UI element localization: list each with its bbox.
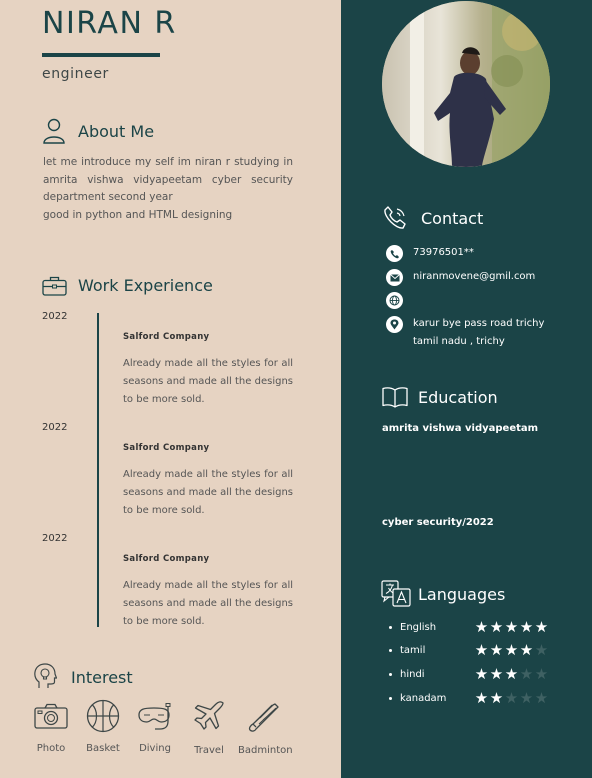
rating-stars: ★ ★ ★ ★ ★ (474, 643, 549, 658)
person-name: NIRAN R (42, 6, 177, 41)
book-icon (382, 387, 408, 408)
about-title: About Me (78, 122, 155, 141)
timeline-line (97, 313, 99, 627)
job-year: 2022 (42, 533, 68, 544)
contact-address-row: karur bye pass road trichy tamil nadu , … (386, 316, 544, 351)
profile-photo-image (382, 1, 550, 167)
interest-item: Travel (184, 701, 234, 756)
bullet (389, 697, 392, 700)
head-lightbulb-icon (34, 663, 57, 688)
shuttlecock-icon (248, 703, 279, 732)
interest-label: Travel (194, 745, 224, 756)
contact-website-row (386, 292, 413, 309)
language-row: kanadam ★ ★ ★ ★ ★ (389, 691, 549, 706)
location-pin-icon (386, 316, 403, 333)
job-description: Already made all the styles for all seas… (123, 580, 293, 627)
bullet (389, 626, 392, 629)
star-filled-icon: ★ (489, 641, 504, 659)
interest-item: Badminton (238, 703, 293, 756)
briefcase-icon (42, 276, 67, 296)
phone-badge-icon (386, 245, 403, 262)
rating-stars: ★ ★ ★ ★ ★ (474, 691, 549, 706)
about-text: let me introduce my self im niran r stud… (43, 154, 293, 224)
phone-icon (384, 206, 406, 229)
language-name: hindi (400, 669, 425, 680)
star-filled-icon: ★ (504, 641, 519, 659)
profile-photo (382, 1, 550, 167)
star-filled-icon: ★ (489, 665, 504, 683)
user-icon (43, 118, 65, 144)
address-line: tamil nadu , trichy (413, 336, 505, 347)
interest-item: Diving (130, 703, 180, 754)
star-filled-icon: ★ (474, 641, 489, 659)
language-row: tamil ★ ★ ★ ★ ★ (389, 643, 549, 658)
phone-number: 73976501** (413, 247, 474, 258)
email-address[interactable]: niranmovene@gmil.com (413, 268, 535, 286)
bullet (389, 649, 392, 652)
education-school: amrita vishwa vidyapeetam (382, 423, 539, 434)
name-underline (42, 53, 160, 57)
job-description: Already made all the styles for all seas… (123, 469, 293, 516)
about-line: let me introduce my self im niran r stud… (43, 156, 293, 203)
education-degree: cyber security/2022 (382, 517, 494, 528)
star-empty-icon: ★ (534, 665, 549, 683)
language-name: English (400, 622, 437, 633)
about-line: good in python and HTML designing (43, 208, 233, 221)
interest-title: Interest (71, 668, 133, 687)
language-row: hindi ★ ★ ★ ★ ★ (389, 667, 549, 682)
star-filled-icon: ★ (489, 689, 504, 707)
camera-icon (34, 703, 68, 729)
star-filled-icon: ★ (519, 618, 534, 636)
star-empty-icon: ★ (519, 689, 534, 707)
job-company: Salford Company (123, 443, 210, 453)
diving-mask-icon (138, 703, 171, 730)
languages-title: Languages (418, 585, 506, 604)
job-year: 2022 (42, 311, 68, 322)
star-empty-icon: ★ (534, 689, 549, 707)
interest-label: Diving (139, 743, 171, 754)
interest-item: Basket (78, 699, 128, 754)
language-name: tamil (400, 645, 426, 656)
globe-icon (386, 292, 403, 309)
star-empty-icon: ★ (504, 689, 519, 707)
star-filled-icon: ★ (504, 618, 519, 636)
basketball-icon (86, 699, 120, 733)
star-filled-icon: ★ (534, 618, 549, 636)
airplane-icon (194, 701, 224, 730)
address: karur bye pass road trichy tamil nadu , … (413, 315, 544, 351)
left-column: NIRAN R engineer About Me let me introdu… (0, 0, 341, 778)
job-role: engineer (42, 66, 109, 82)
star-filled-icon: ★ (504, 665, 519, 683)
contact-title: Contact (421, 209, 484, 228)
job-company: Salford Company (123, 332, 210, 342)
star-filled-icon: ★ (474, 618, 489, 636)
star-empty-icon: ★ (519, 665, 534, 683)
star-filled-icon: ★ (519, 641, 534, 659)
interest-label: Photo (36, 743, 66, 754)
language-row: English ★ ★ ★ ★ ★ (389, 620, 549, 635)
interest-label: Basket (86, 743, 120, 754)
job-year: 2022 (42, 422, 68, 433)
interest-item: Photo (26, 703, 76, 754)
job-description: Already made all the styles for all seas… (123, 358, 293, 405)
interest-label: Badminton (238, 745, 293, 756)
rating-stars: ★ ★ ★ ★ ★ (474, 620, 549, 635)
star-filled-icon: ★ (474, 689, 489, 707)
contact-phone-row: 73976501** (386, 245, 474, 262)
email-icon (386, 269, 403, 286)
education-title: Education (418, 388, 498, 407)
address-line: karur bye pass road trichy (413, 318, 545, 329)
rating-stars: ★ ★ ★ ★ ★ (474, 667, 549, 682)
star-empty-icon: ★ (534, 641, 549, 659)
language-name: kanadam (400, 693, 447, 704)
contact-email-row: niranmovene@gmil.com (386, 269, 535, 286)
bullet (389, 673, 392, 676)
work-title: Work Experience (78, 276, 213, 295)
job-company: Salford Company (123, 554, 210, 564)
translate-icon (381, 580, 411, 607)
star-filled-icon: ★ (489, 618, 504, 636)
star-filled-icon: ★ (474, 665, 489, 683)
